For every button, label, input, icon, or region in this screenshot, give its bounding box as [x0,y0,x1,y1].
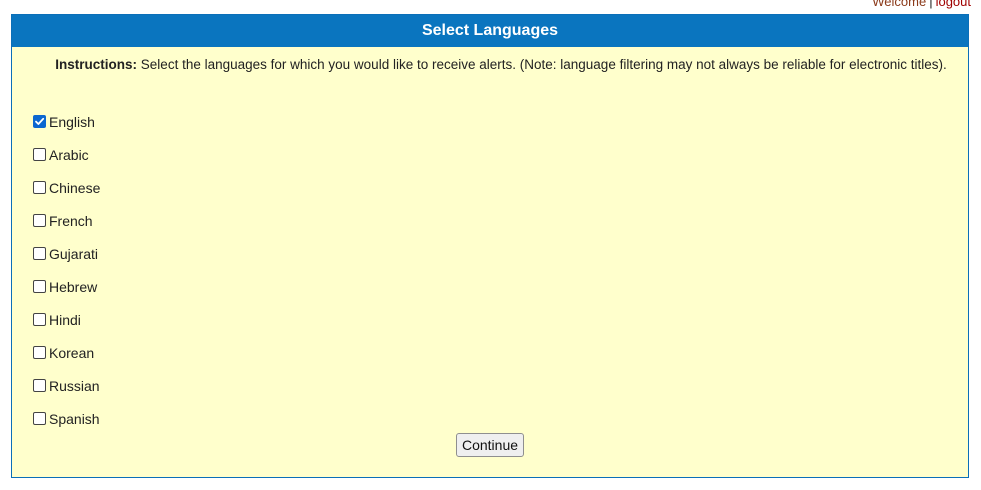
language-label: French [49,212,93,229]
language-label: Spanish [49,410,100,427]
panel-title: Select Languages [12,15,968,47]
checkmark-icon [35,117,45,125]
checkbox-arabic[interactable] [33,148,46,161]
checkbox-french[interactable] [33,214,46,227]
language-label: Korean [49,344,95,361]
language-label: Chinese [49,179,101,196]
language-item-korean[interactable]: Korean [33,336,100,369]
checkbox-hindi[interactable] [33,313,46,326]
checkbox-korean[interactable] [33,346,46,359]
topbar-separator: | [929,0,933,9]
checkbox-english[interactable] [33,115,46,128]
language-list: English Arabic Chinese French Gujarati H… [33,105,100,435]
checkbox-hebrew[interactable] [33,280,46,293]
language-item-spanish[interactable]: Spanish [33,402,100,435]
language-item-chinese[interactable]: Chinese [33,171,100,204]
select-languages-panel: Select Languages Instructions: Select th… [11,14,969,478]
language-item-hebrew[interactable]: Hebrew [33,270,100,303]
checkbox-gujarati[interactable] [33,247,46,260]
checkbox-russian[interactable] [33,379,46,392]
user-topbar: Welcome | logout [872,0,971,9]
welcome-text: Welcome [872,0,927,9]
instructions: Instructions: Select the languages for w… [52,55,950,75]
continue-button[interactable]: Continue [455,433,525,457]
language-label: Russian [49,377,100,394]
language-item-gujarati[interactable]: Gujarati [33,237,100,270]
language-label: Arabic [49,146,89,163]
language-item-arabic[interactable]: Arabic [33,138,100,171]
language-item-french[interactable]: French [33,204,100,237]
language-label: English [49,113,95,130]
checkbox-spanish[interactable] [33,412,46,425]
continue-wrap: Continue [12,433,968,457]
instructions-label: Instructions: [55,57,138,72]
language-label: Hebrew [49,278,98,295]
language-item-hindi[interactable]: Hindi [33,303,100,336]
logout-link[interactable]: logout [936,0,971,9]
language-label: Gujarati [49,245,99,262]
instructions-text: Select the languages for which you would… [140,57,947,72]
language-item-russian[interactable]: Russian [33,369,100,402]
language-label: Hindi [49,311,81,328]
language-item-english[interactable]: English [33,105,100,138]
checkbox-chinese[interactable] [33,181,46,194]
